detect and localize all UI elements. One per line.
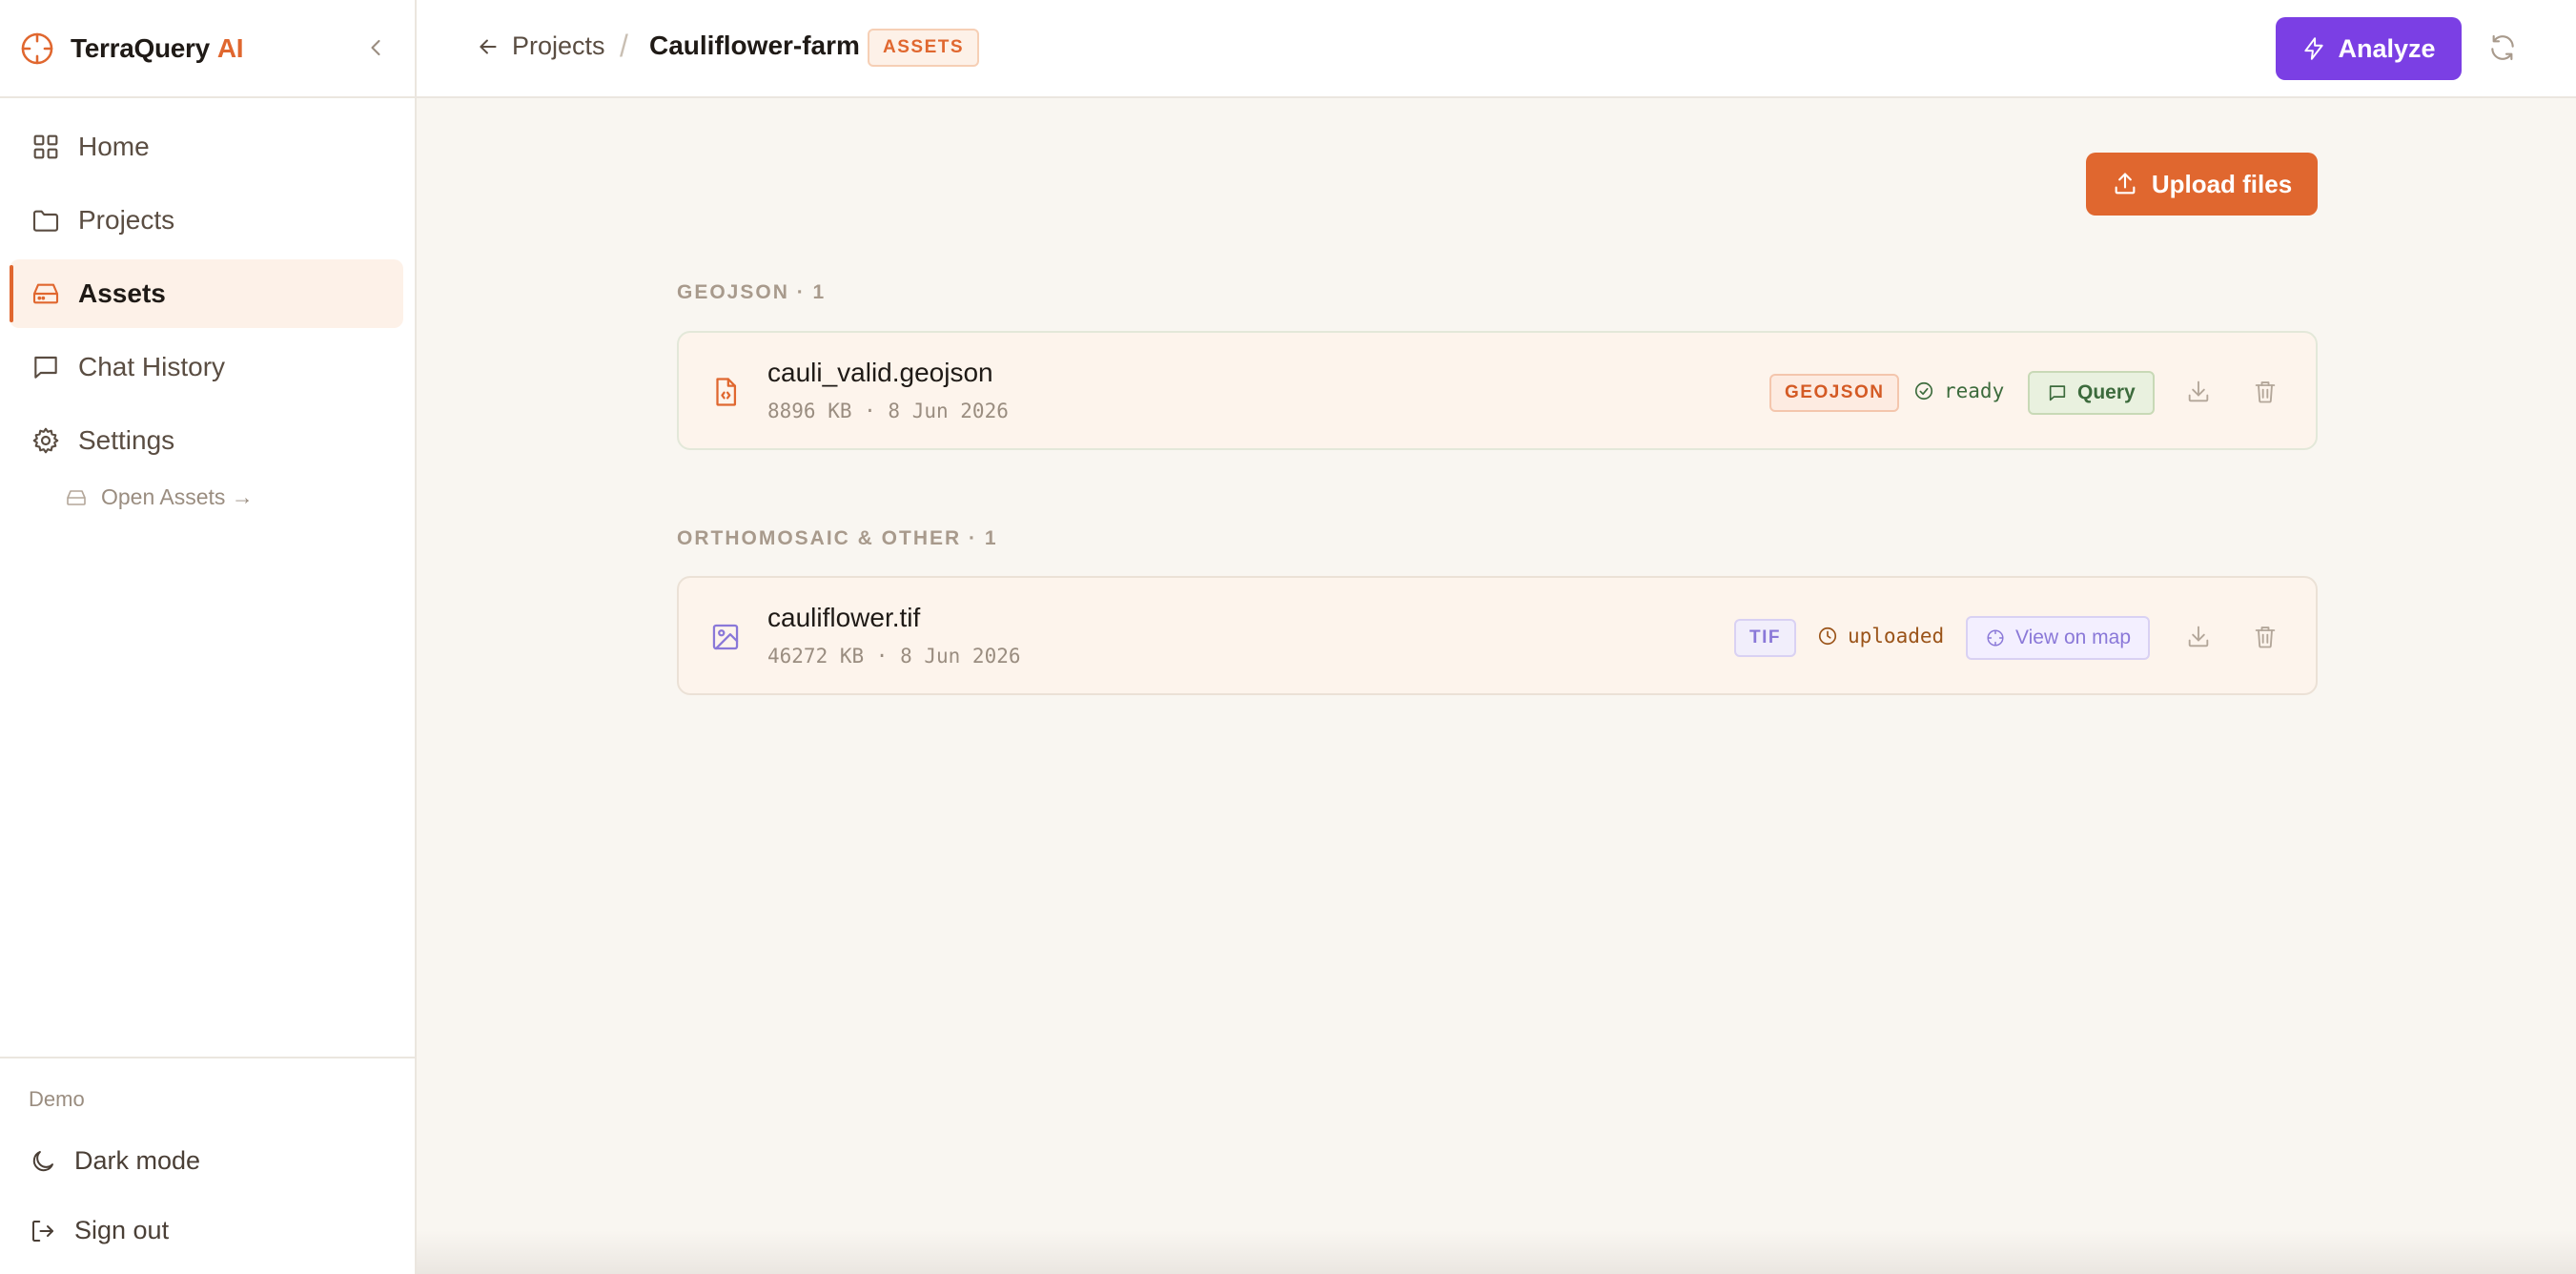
back-label: Projects (512, 31, 605, 60)
status-badge: ready (1913, 380, 2004, 402)
upload-files-button[interactable]: Upload files (2086, 153, 2318, 216)
type-badge: TIF (1734, 619, 1796, 657)
image-icon (712, 624, 739, 650)
drive-icon (32, 283, 59, 304)
breadcrumb-separator: / (620, 29, 628, 63)
sign-out-label: Sign out (74, 1216, 170, 1244)
refresh-icon[interactable] (2487, 32, 2518, 63)
analyze-button[interactable]: Analyze (2276, 17, 2462, 80)
back-to-projects-link[interactable]: Projects (476, 31, 605, 61)
arrow-left-icon (480, 39, 497, 53)
clock-icon (1818, 627, 1837, 646)
view-on-map-button[interactable]: View on map (1966, 616, 2151, 660)
open-assets-link[interactable]: Open Assets → (65, 484, 254, 510)
brand-name: TerraQuery AI (71, 32, 244, 63)
folder-icon (32, 210, 59, 232)
file-name[interactable]: cauli_valid.geojson (767, 358, 993, 388)
page-title: Cauliflower-farm (649, 31, 860, 60)
sidebar-item-projects[interactable]: Projects (10, 186, 403, 255)
group-label-orthomosaic: ORTHOMOSAIC & OTHER · 1 (677, 527, 998, 549)
upload-icon (2115, 173, 2136, 195)
sidebar-item-label: Assets (78, 278, 166, 308)
lightning-icon (2304, 37, 2324, 60)
download-icon[interactable] (2185, 624, 2212, 650)
bottom-fade (417, 1230, 2576, 1274)
crosshair-logo-icon (21, 32, 53, 64)
file-meta: 8896 KB · 8 Jun 2026 (767, 400, 1009, 422)
sidebar-item-chat-history[interactable]: Chat History (10, 333, 403, 401)
message-icon (2049, 385, 2066, 401)
gear-icon (32, 427, 59, 454)
group-label-geojson: GEOJSON · 1 (677, 281, 827, 303)
grid-icon (33, 134, 58, 159)
type-badge: GEOJSON (1769, 374, 1900, 412)
dark-mode-toggle[interactable]: Dark mode (29, 1146, 200, 1176)
upload-label: Upload files (2151, 169, 2293, 198)
file-name[interactable]: cauliflower.tif (767, 603, 920, 633)
status-badge: uploaded (1817, 625, 1944, 647)
sidebar-item-settings[interactable]: Settings (10, 406, 403, 475)
asset-card-tif[interactable]: cauliflower.tif 46272 KB · 8 Jun 2026 TI… (677, 576, 2318, 695)
sidebar-item-label: Chat History (78, 352, 226, 381)
view-on-map-label: View on map (2015, 627, 2132, 648)
analyze-label: Analyze (2338, 33, 2436, 63)
file-meta: 46272 KB · 8 Jun 2026 (767, 645, 1021, 668)
status-label: uploaded (1848, 625, 1945, 647)
section-badge: ASSETS (868, 29, 980, 67)
sign-out-icon (32, 1220, 53, 1242)
status-label: ready (1944, 380, 2005, 402)
trash-icon[interactable] (2252, 379, 2279, 405)
sidebar-item-label: Settings (78, 425, 175, 455)
sidebar: TerraQuery AI Home Projects Assets Chat H… (0, 0, 417, 1274)
sidebar-item-label: Projects (78, 205, 175, 235)
crosshair-icon (1987, 629, 2004, 647)
sidebar-item-assets[interactable]: Assets (10, 259, 403, 328)
brand: TerraQuery AI (0, 0, 415, 98)
drive-icon (67, 489, 86, 505)
sidebar-nav: Home Projects Assets Chat History Settin… (10, 113, 403, 480)
asset-card-geojson[interactable]: cauli_valid.geojson 8896 KB · 8 Jun 2026… (677, 331, 2318, 450)
dark-mode-label: Dark mode (74, 1146, 201, 1175)
sidebar-footer: Demo Dark mode Sign out (0, 1057, 415, 1244)
sidebar-item-label: Home (78, 132, 150, 161)
sign-out-button[interactable]: Sign out (29, 1216, 169, 1245)
download-icon[interactable] (2185, 379, 2212, 405)
chevron-left-icon[interactable] (362, 34, 389, 61)
trash-icon[interactable] (2252, 624, 2279, 650)
moon-icon (32, 1150, 53, 1171)
code-file-icon (716, 378, 737, 406)
message-icon (34, 356, 57, 379)
sidebar-item-home[interactable]: Home (10, 113, 403, 181)
open-assets-label: Open Assets → (101, 484, 254, 509)
query-label: Query (2077, 381, 2136, 403)
query-button[interactable]: Query (2028, 371, 2155, 415)
demo-label: Demo (29, 1087, 85, 1111)
check-circle-icon (1914, 381, 1933, 401)
top-bar: Projects / Cauliflower-farm ASSETS Analy… (417, 0, 2576, 98)
